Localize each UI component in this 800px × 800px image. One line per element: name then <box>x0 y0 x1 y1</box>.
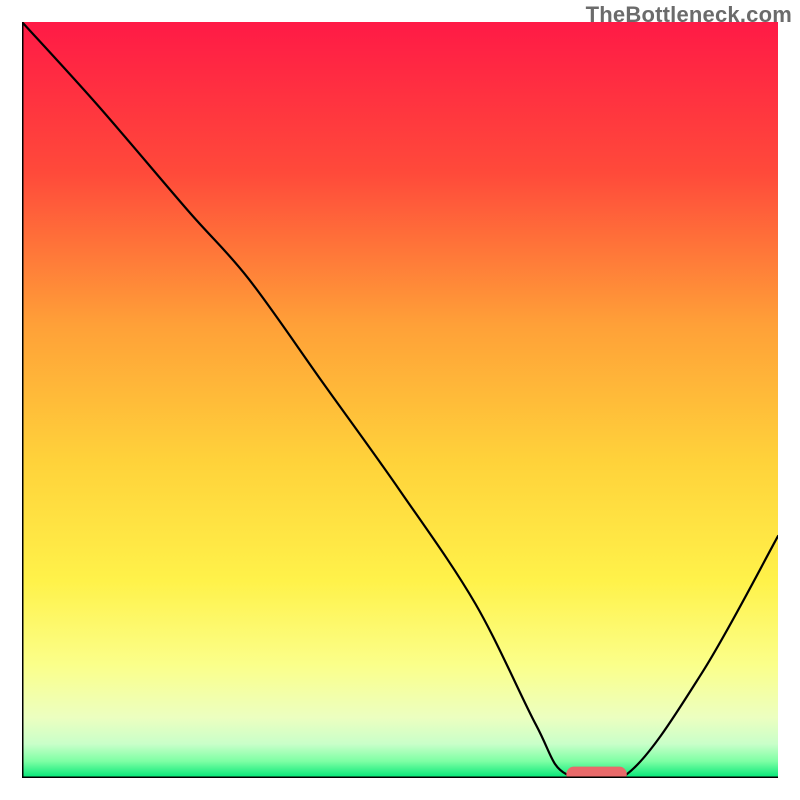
watermark-text: TheBottleneck.com <box>586 2 792 28</box>
chart-canvas: TheBottleneck.com <box>0 0 800 800</box>
plot-background <box>22 22 778 778</box>
plot-svg <box>22 22 778 778</box>
optimal-range-marker <box>566 767 626 778</box>
plot-area <box>22 22 778 778</box>
